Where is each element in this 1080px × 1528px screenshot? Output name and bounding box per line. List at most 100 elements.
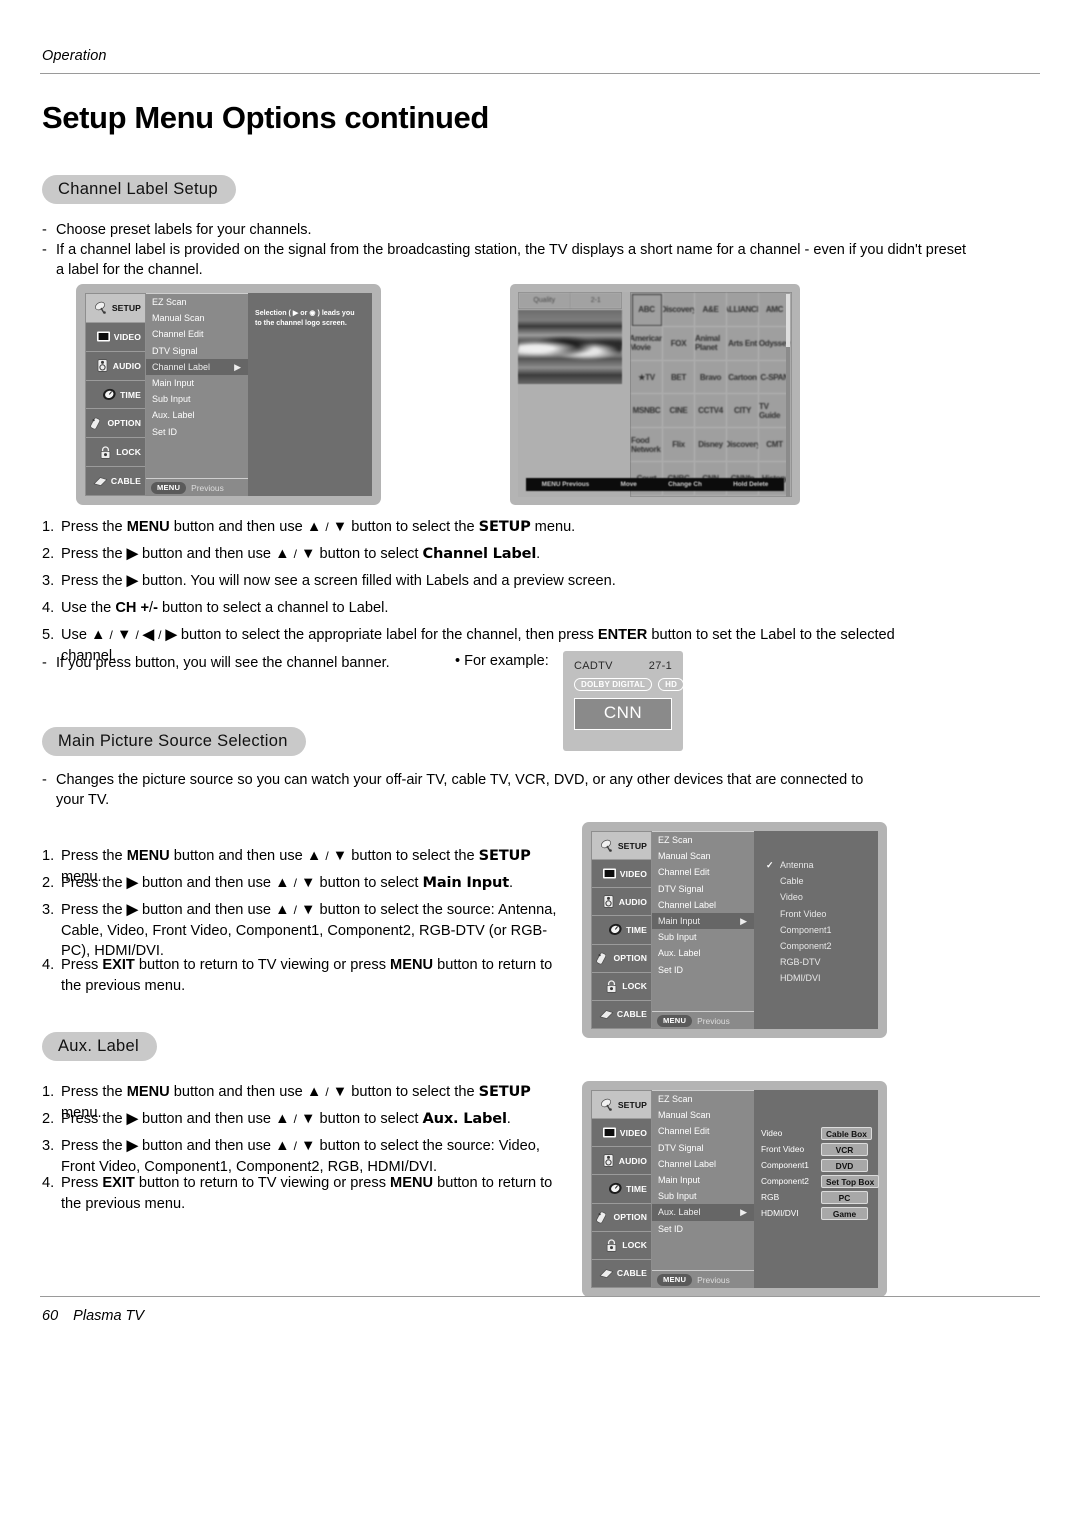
menu-item-channel-label[interactable]: Channel Label [652, 897, 754, 913]
sidebar-item-audio[interactable]: AUDIO [592, 1147, 651, 1176]
running-head: Operation [42, 48, 107, 64]
logo-cell[interactable]: ALLIANCE [727, 293, 759, 327]
menu-item-manual-scan[interactable]: Manual Scan [146, 310, 248, 326]
sidebar-item-video[interactable]: VIDEO [592, 1119, 651, 1148]
logo-cell[interactable]: A&E [695, 293, 727, 327]
menu-item-ez-scan[interactable]: EZ Scan [146, 294, 248, 310]
logo-cell[interactable]: Cartoon [727, 360, 759, 395]
menu-item-channel-label[interactable]: Channel Label ▶ [146, 358, 248, 375]
menu-item-sub-input[interactable]: Sub Input [146, 391, 248, 407]
menu-item-manual-scan[interactable]: Manual Scan [652, 1107, 754, 1123]
aux-input-value[interactable]: Cable Box [821, 1126, 872, 1140]
logo-cell[interactable]: CCTV4 [695, 394, 727, 429]
menu-item-main-input[interactable]: Main Input [652, 1172, 754, 1188]
logo-cell[interactable]: Arts Ent [727, 326, 759, 361]
menu-item-dtv-signal[interactable]: DTV Signal [652, 881, 754, 897]
aux-input-value[interactable]: Game [821, 1206, 868, 1220]
bullet-text: Changes the picture source so you can wa… [56, 772, 864, 808]
aux-row-component1[interactable]: Component1 DVD [761, 1158, 879, 1172]
aux-row-rgb[interactable]: RGB PC [761, 1190, 879, 1204]
sidebar-item-setup[interactable]: SETUP [592, 832, 651, 861]
sidebar-item-option[interactable]: OPTION [592, 945, 651, 973]
logo-cell[interactable]: CINE [663, 394, 695, 429]
sidebar-item-lock[interactable]: LOCK [86, 438, 145, 468]
aux-input-value[interactable]: PC [821, 1190, 868, 1204]
bullet-channel-label-1: - Choose preset labels for your channels… [42, 220, 972, 240]
sidebar-item-cable[interactable]: CABLE [86, 467, 145, 495]
menu-item-channel-edit[interactable]: Channel Edit [652, 1123, 754, 1139]
menu-item-channel-edit[interactable]: Channel Edit [146, 326, 248, 342]
aux-row-hdmi-dvi[interactable]: HDMI/DVI Game [761, 1206, 879, 1220]
osd-sidebar: SETUP VIDEO AUDIO TIME OPTION LOCK CABLE [85, 293, 146, 496]
menu-item-aux-label[interactable]: Aux. Label [146, 407, 248, 423]
sidebar-item-cable[interactable]: CABLE [592, 1001, 651, 1028]
logo-grid-scrollbar[interactable] [786, 294, 790, 497]
sidebar-item-option[interactable]: OPTION [592, 1204, 651, 1232]
source-item-cable[interactable]: Cable [764, 873, 832, 889]
menu-item-main-input[interactable]: Main Input [146, 375, 248, 391]
logo-cell[interactable]: MSNBC [631, 394, 663, 429]
osd-sidebar: SETUP VIDEO AUDIO TIME OPTION LOCK CABLE [591, 831, 652, 1029]
remote-control-icon [595, 952, 610, 965]
source-item-component2[interactable]: Component2 [764, 938, 832, 954]
source-item-video[interactable]: Video [764, 889, 832, 905]
menu-item-main-input[interactable]: Main Input ▶ [652, 912, 754, 930]
logo-cell[interactable]: Disney [695, 428, 727, 463]
menu-item-ez-scan[interactable]: EZ Scan [652, 1091, 754, 1107]
logo-cell[interactable]: ★TV [631, 360, 663, 395]
logo-cell[interactable]: Flix [663, 428, 695, 463]
source-item-front-video[interactable]: Front Video [764, 906, 832, 922]
sidebar-item-time[interactable]: TIME [86, 381, 145, 410]
sidebar-item-time[interactable]: TIME [592, 1175, 651, 1204]
logo-cell[interactable]: FOX [663, 326, 695, 361]
aux-input-value[interactable]: DVD [821, 1158, 868, 1172]
sidebar-item-lock[interactable]: LOCK [592, 973, 651, 1001]
sidebar-item-setup[interactable]: SETUP [86, 294, 145, 323]
sidebar-item-lock[interactable]: LOCK [592, 1232, 651, 1260]
logo-cell[interactable]: ABC [631, 293, 663, 327]
sidebar-item-setup[interactable]: SETUP [592, 1091, 651, 1120]
aux-input-value[interactable]: Set Top Box [821, 1174, 880, 1188]
menu-item-channel-edit[interactable]: Channel Edit [652, 864, 754, 880]
source-item-rgb-dtv[interactable]: RGB-DTV [764, 954, 832, 970]
sidebar-item-audio[interactable]: AUDIO [86, 352, 145, 381]
source-item-component1[interactable]: Component1 [764, 922, 832, 938]
logo-cell[interactable]: Discovery [727, 428, 759, 463]
logo-cell[interactable]: Bravo [695, 360, 727, 395]
cable-card-icon [93, 475, 108, 488]
menu-item-sub-input[interactable]: Sub Input [652, 1188, 754, 1204]
menu-button-badge[interactable]: MENU [657, 1014, 693, 1027]
source-item-hdmi-dvi[interactable]: HDMI/DVI [764, 970, 832, 986]
sidebar-item-option[interactable]: OPTION [86, 409, 145, 439]
menu-item-set-id[interactable]: Set ID [652, 1221, 754, 1237]
sidebar-item-video[interactable]: VIDEO [592, 860, 651, 889]
logo-cell[interactable]: Animal Planet [695, 326, 727, 361]
aux-row-front-video[interactable]: Front Video VCR [761, 1142, 879, 1156]
aux-input-value[interactable]: VCR [821, 1142, 868, 1156]
menu-item-sub-input[interactable]: Sub Input [652, 929, 754, 945]
menu-item-dtv-signal[interactable]: DTV Signal [652, 1140, 754, 1156]
aux-row-video[interactable]: Video Cable Box [761, 1126, 879, 1140]
logo-cell[interactable]: BET [663, 360, 695, 395]
menu-button-badge[interactable]: MENU [657, 1273, 693, 1286]
logo-cell[interactable]: Discovery [663, 293, 695, 327]
sidebar-item-time[interactable]: TIME [592, 916, 651, 945]
sidebar-item-video[interactable]: VIDEO [86, 323, 145, 352]
menu-button-badge[interactable]: MENU [151, 481, 187, 494]
sidebar-item-cable[interactable]: CABLE [592, 1260, 651, 1287]
logo-cell[interactable]: CITY [727, 394, 759, 429]
logo-cell[interactable]: American Movie [631, 326, 663, 361]
menu-item-manual-scan[interactable]: Manual Scan [652, 848, 754, 864]
menu-item-set-id[interactable]: Set ID [652, 962, 754, 978]
aux-row-component2[interactable]: Component2 Set Top Box [761, 1174, 880, 1188]
menu-item-ez-scan[interactable]: EZ Scan [652, 832, 754, 848]
source-item-antenna[interactable]: ✓ Antenna [764, 857, 832, 873]
logo-cell[interactable]: Food Network [631, 428, 663, 463]
menu-item-aux-label[interactable]: Aux. Label ▶ [652, 1204, 754, 1221]
remote-control-icon [89, 417, 104, 430]
menu-item-channel-label[interactable]: Channel Label [652, 1156, 754, 1172]
sidebar-item-audio[interactable]: AUDIO [592, 888, 651, 917]
menu-item-set-id[interactable]: Set ID [146, 424, 248, 440]
menu-item-dtv-signal[interactable]: DTV Signal [146, 343, 248, 359]
menu-item-aux-label[interactable]: Aux. Label [652, 945, 754, 961]
